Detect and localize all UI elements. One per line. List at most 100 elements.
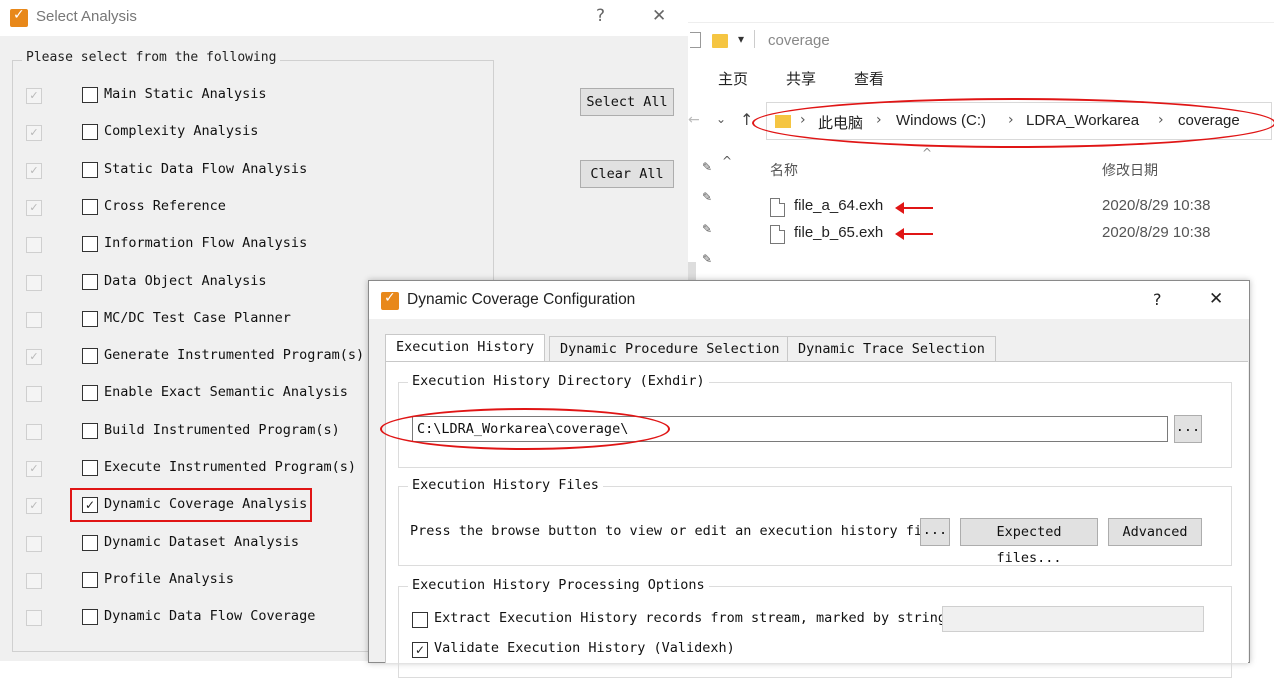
ribbon-tab-view[interactable]: 查看 [854, 68, 884, 89]
analysis-checkbox[interactable] [82, 571, 98, 588]
analysis-item[interactable]: ✓ Cross Reference [0, 195, 360, 221]
analysis-checkbox[interactable] [82, 422, 98, 439]
pin-icon[interactable]: ✎ [702, 190, 712, 204]
title-divider [754, 30, 755, 48]
analysis-checkbox[interactable] [82, 460, 98, 476]
exhdir-browse-button[interactable]: ... [1174, 415, 1202, 443]
analysis-item[interactable]: Data Object Analysis [0, 270, 360, 296]
analysis-item[interactable]: Enable Exact Semantic Analysis [0, 381, 360, 407]
explorer-title: coverage [768, 32, 830, 49]
close-button[interactable]: ✕ [652, 6, 666, 26]
pin-icon[interactable]: ✎ [702, 160, 712, 174]
help-button[interactable]: ? [1153, 290, 1162, 309]
analysis-label: Static Data Flow Analysis [104, 160, 308, 177]
pin-icon[interactable]: ✎ [702, 222, 712, 236]
analysis-label: Cross Reference [104, 197, 226, 214]
explorer-top-edge [688, 0, 1274, 23]
analysis-checkbox[interactable] [82, 198, 98, 215]
analysis-item[interactable]: Dynamic Data Flow Coverage [0, 605, 360, 631]
analysis-label: Information Flow Analysis [104, 235, 308, 252]
analysis-item[interactable]: Build Instrumented Program(s) [0, 419, 360, 445]
analysis-item[interactable]: Profile Analysis [0, 568, 360, 594]
analysis-checkbox[interactable] [82, 161, 98, 178]
analysis-label: Profile Analysis [104, 570, 235, 587]
analysis-status-indicator [26, 535, 42, 552]
files-browse-button[interactable]: ... [920, 518, 950, 546]
analysis-checkbox[interactable] [82, 310, 98, 327]
tab-execution-history[interactable]: Execution History [385, 334, 546, 363]
ribbon-tab-home[interactable]: 主页 [718, 68, 748, 89]
select-all-button[interactable]: Select All [580, 88, 674, 116]
file-date: 2020/8/29 10:38 [1102, 224, 1211, 241]
tab-dynamic-trace-selection[interactable]: Dynamic Trace Selection [787, 336, 996, 362]
analysis-label: MC/DC Test Case Planner [104, 309, 291, 326]
analysis-item[interactable]: Dynamic Dataset Analysis [0, 531, 360, 557]
analysis-status-indicator: ✓ [26, 162, 42, 179]
column-header-name[interactable]: 名称 [770, 160, 798, 180]
back-arrow-icon[interactable]: ← [688, 112, 700, 128]
file-list: ✎ ^ ✎ ✎ ✎ 名称 ^ 修改日期 file_a_64.exh 2020/8… [688, 146, 1274, 276]
app-logo-icon [381, 290, 399, 310]
annotation-rect-dynamic-coverage [70, 488, 312, 522]
recent-dropdown-icon[interactable]: ⌄ [716, 112, 726, 126]
scrollbar-thumb[interactable] [688, 262, 696, 282]
analysis-status-indicator: ✓ [26, 88, 42, 104]
explorer-back-icon[interactable] [690, 32, 701, 48]
annotation-arrow-icon [895, 228, 933, 240]
scroll-up-icon[interactable]: ^ [722, 154, 732, 168]
extract-records-label: Extract Execution History records from s… [434, 610, 955, 626]
advanced-button[interactable]: Advanced [1108, 518, 1202, 546]
analysis-status-indicator [26, 572, 42, 589]
analysis-item[interactable]: ✓ Execute Instrumented Program(s) [0, 456, 360, 482]
dialog-title: Select Analysis [36, 8, 137, 25]
help-button[interactable]: ? [596, 6, 605, 26]
annotation-arrow-icon [895, 202, 933, 214]
explorer-titlebar: ▾ coverage [688, 28, 1274, 58]
file-row[interactable]: file_a_64.exh 2020/8/29 10:38 [768, 196, 1268, 220]
analysis-item[interactable]: ✓ Main Static Analysis [0, 83, 360, 109]
analysis-status-indicator [26, 610, 42, 627]
analysis-checkbox[interactable] [82, 236, 98, 253]
analysis-label: Data Object Analysis [104, 272, 267, 289]
analysis-checkbox[interactable] [82, 348, 98, 365]
files-group-label: Execution History Files [408, 477, 603, 493]
analysis-status-indicator [26, 423, 42, 440]
analysis-status-indicator: ✓ [26, 125, 42, 142]
validate-exh-checkbox[interactable]: ✓ [412, 642, 428, 658]
analysis-label: Dynamic Data Flow Coverage [104, 608, 316, 625]
analysis-status-indicator [26, 311, 42, 328]
close-button[interactable]: ✕ [1209, 289, 1223, 309]
expected-files-button[interactable]: Expected files... [960, 518, 1098, 566]
files-instruction-text: Press the browse button to view or edit … [410, 523, 939, 539]
analysis-checkbox[interactable] [82, 609, 98, 626]
analysis-label: Dynamic Dataset Analysis [104, 533, 300, 550]
file-row[interactable]: file_b_65.exh 2020/8/29 10:38 [768, 223, 1268, 247]
analysis-checkbox[interactable] [82, 87, 98, 103]
analysis-checkbox[interactable] [82, 385, 98, 402]
extract-records-checkbox[interactable] [412, 612, 428, 628]
ribbon-tab-share[interactable]: 共享 [786, 68, 816, 89]
dynamic-coverage-dialog: Dynamic Coverage Configuration ? ✕ Execu… [368, 280, 1250, 678]
sort-caret-icon: ^ [922, 146, 933, 160]
analysis-item[interactable]: ✓ Generate Instrumented Program(s) [0, 344, 364, 370]
column-header-date[interactable]: 修改日期 [1102, 160, 1158, 180]
analysis-item[interactable]: MC/DC Test Case Planner [0, 307, 360, 333]
analysis-checkbox[interactable] [82, 273, 98, 290]
analysis-item[interactable]: ✓ Complexity Analysis [0, 120, 360, 146]
analysis-item[interactable]: ✓ Static Data Flow Analysis [0, 158, 360, 184]
clear-all-button[interactable]: Clear All [580, 160, 674, 188]
explorer-ribbon: 主页 共享 查看 [688, 60, 1274, 96]
analysis-status-indicator: ✓ [26, 349, 42, 366]
marker-string-input[interactable] [942, 606, 1204, 632]
analysis-item[interactable]: Information Flow Analysis [0, 232, 360, 258]
analysis-status-indicator: ✓ [26, 461, 42, 477]
analysis-checkbox[interactable] [82, 534, 98, 551]
pin-icon[interactable]: ✎ [702, 252, 712, 266]
analysis-checkbox[interactable] [82, 124, 98, 141]
tab-dynamic-procedure-selection[interactable]: Dynamic Procedure Selection [549, 336, 791, 362]
up-arrow-icon[interactable]: ↑ [740, 110, 753, 129]
quick-access-dropdown-icon[interactable]: ▾ [738, 32, 744, 46]
file-name: file_a_64.exh [794, 197, 884, 214]
file-name: file_b_65.exh [794, 224, 884, 241]
options-group-label: Execution History Processing Options [408, 577, 709, 593]
